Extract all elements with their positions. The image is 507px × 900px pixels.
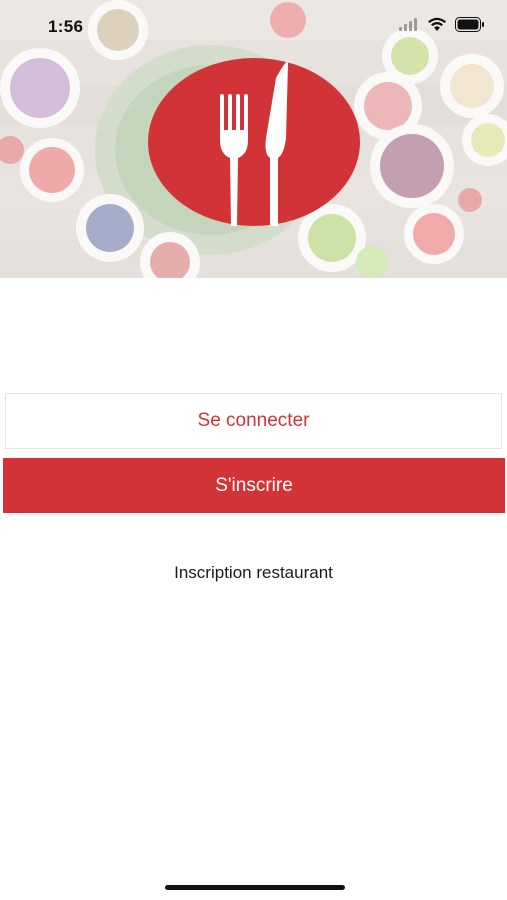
wifi-icon	[428, 17, 446, 31]
signal-icon	[399, 18, 417, 31]
signup-button[interactable]: S'inscrire	[3, 458, 505, 513]
login-button[interactable]: Se connecter	[5, 393, 502, 449]
signup-button-label: S'inscrire	[215, 474, 293, 496]
status-time: 1:56	[48, 17, 84, 36]
status-bar: 1:56	[0, 0, 507, 54]
fork-knife-logo-icon	[148, 58, 360, 226]
home-indicator	[165, 885, 345, 890]
battery-icon	[455, 17, 484, 32]
login-button-label: Se connecter	[197, 410, 310, 431]
restaurant-signup-link[interactable]: Inscription restaurant	[0, 563, 507, 583]
status-icons	[399, 17, 485, 32]
